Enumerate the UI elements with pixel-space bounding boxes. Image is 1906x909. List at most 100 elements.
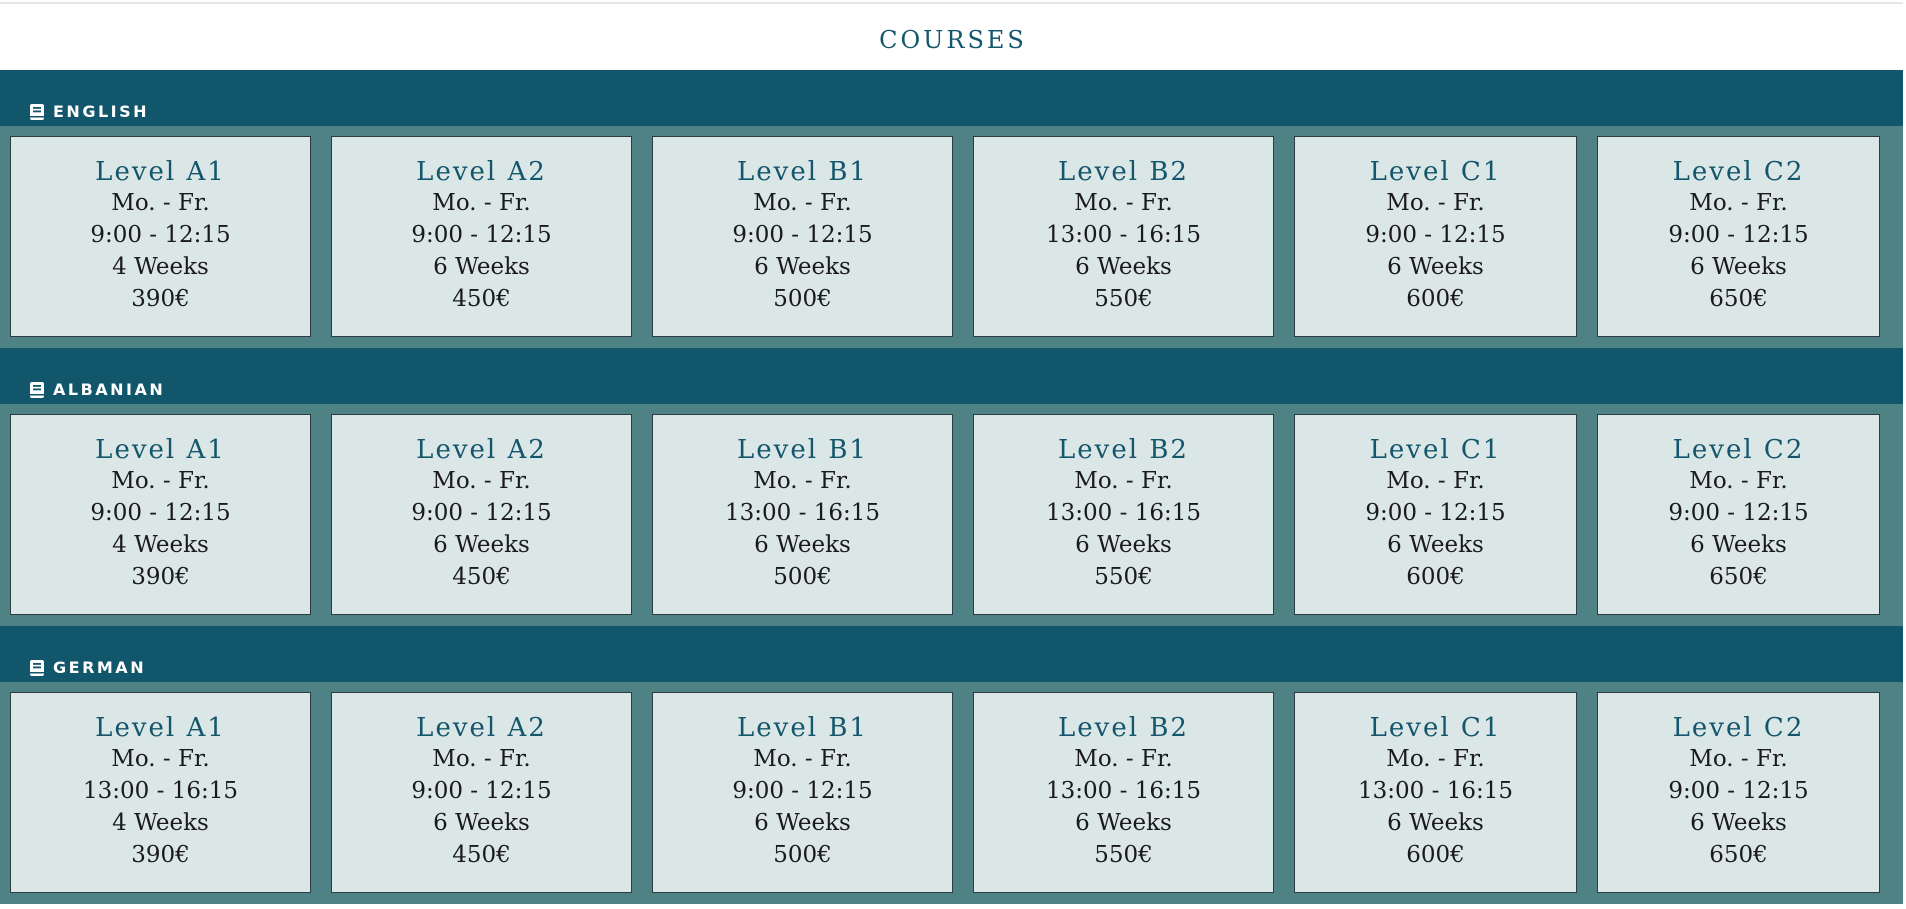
course-card-level-a1[interactable]: Level A1 Mo. - Fr. 9:00 - 12:15 4 Weeks … <box>10 136 311 337</box>
course-card-level-a1[interactable]: Level A1 Mo. - Fr. 13:00 - 16:15 4 Weeks… <box>10 692 311 893</box>
course-level: Level A2 <box>416 435 547 465</box>
section-name: ALBANIAN <box>53 380 166 399</box>
course-card-level-b2[interactable]: Level B2 Mo. - Fr. 13:00 - 16:15 6 Weeks… <box>973 414 1274 615</box>
course-card-level-c1[interactable]: Level C1 Mo. - Fr. 9:00 - 12:15 6 Weeks … <box>1294 136 1577 337</box>
course-duration: 6 Weeks <box>433 532 530 558</box>
course-level: Level C2 <box>1672 435 1805 465</box>
course-card-level-b1[interactable]: Level B1 Mo. - Fr. 9:00 - 12:15 6 Weeks … <box>652 692 953 893</box>
language-section-english: ENGLISH Level A1 Mo. - Fr. 9:00 - 12:15 … <box>0 70 1903 348</box>
course-card-level-c2[interactable]: Level C2 Mo. - Fr. 9:00 - 12:15 6 Weeks … <box>1597 136 1880 337</box>
course-cards: Level A1 Mo. - Fr. 9:00 - 12:15 4 Weeks … <box>10 414 1880 615</box>
course-sections: ENGLISH Level A1 Mo. - Fr. 9:00 - 12:15 … <box>0 70 1903 904</box>
course-card-level-c1[interactable]: Level C1 Mo. - Fr. 9:00 - 12:15 6 Weeks … <box>1294 414 1577 615</box>
course-duration: 6 Weeks <box>754 532 851 558</box>
page-title: COURSES <box>879 26 1027 55</box>
section-header: ENGLISH <box>0 70 1903 126</box>
course-days: Mo. - Fr. <box>1074 746 1173 772</box>
course-price: 650€ <box>1709 286 1768 312</box>
course-price: 500€ <box>773 842 832 868</box>
course-level: Level B2 <box>1058 713 1189 743</box>
course-days: Mo. - Fr. <box>753 746 852 772</box>
course-time: 9:00 - 12:15 <box>732 222 873 248</box>
course-time: 9:00 - 12:15 <box>90 500 231 526</box>
course-days: Mo. - Fr. <box>1074 468 1173 494</box>
course-level: Level B2 <box>1058 157 1189 187</box>
course-level: Level B2 <box>1058 435 1189 465</box>
course-duration: 4 Weeks <box>112 810 209 836</box>
course-time: 9:00 - 12:15 <box>1668 222 1809 248</box>
courses-page: COURSES ENGLISH Level A1 Mo. - Fr. 9:00 … <box>0 0 1906 909</box>
book-icon <box>30 381 44 398</box>
course-card-level-b2[interactable]: Level B2 Mo. - Fr. 13:00 - 16:15 6 Weeks… <box>973 692 1274 893</box>
course-price: 450€ <box>452 286 511 312</box>
course-price: 600€ <box>1406 286 1465 312</box>
course-level: Level A1 <box>95 157 226 187</box>
course-duration: 6 Weeks <box>1075 532 1172 558</box>
course-duration: 6 Weeks <box>1075 254 1172 280</box>
course-price: 650€ <box>1709 842 1768 868</box>
course-days: Mo. - Fr. <box>753 190 852 216</box>
course-duration: 6 Weeks <box>1690 254 1787 280</box>
course-card-level-c1[interactable]: Level C1 Mo. - Fr. 13:00 - 16:15 6 Weeks… <box>1294 692 1577 893</box>
course-price: 600€ <box>1406 842 1465 868</box>
course-duration: 6 Weeks <box>1690 532 1787 558</box>
course-duration: 6 Weeks <box>1387 810 1484 836</box>
course-card-level-a1[interactable]: Level A1 Mo. - Fr. 9:00 - 12:15 4 Weeks … <box>10 414 311 615</box>
course-price: 390€ <box>131 842 190 868</box>
section-name: GERMAN <box>53 658 147 677</box>
course-days: Mo. - Fr. <box>111 746 210 772</box>
course-level: Level A1 <box>95 435 226 465</box>
course-time: 13:00 - 16:15 <box>1046 778 1201 804</box>
top-divider <box>0 2 1906 4</box>
course-time: 9:00 - 12:15 <box>1365 222 1506 248</box>
course-duration: 4 Weeks <box>112 532 209 558</box>
course-card-level-a2[interactable]: Level A2 Mo. - Fr. 9:00 - 12:15 6 Weeks … <box>331 692 632 893</box>
course-duration: 6 Weeks <box>433 254 530 280</box>
course-time: 9:00 - 12:15 <box>90 222 231 248</box>
course-level: Level A1 <box>95 713 226 743</box>
language-section-german: GERMAN Level A1 Mo. - Fr. 13:00 - 16:15 … <box>0 626 1903 904</box>
course-duration: 6 Weeks <box>1387 532 1484 558</box>
course-time: 13:00 - 16:15 <box>1046 500 1201 526</box>
course-price: 500€ <box>773 564 832 590</box>
course-price: 600€ <box>1406 564 1465 590</box>
course-time: 13:00 - 16:15 <box>83 778 238 804</box>
course-time: 13:00 - 16:15 <box>1358 778 1513 804</box>
course-card-level-c2[interactable]: Level C2 Mo. - Fr. 9:00 - 12:15 6 Weeks … <box>1597 414 1880 615</box>
course-time: 13:00 - 16:15 <box>725 500 880 526</box>
section-label: GERMAN <box>30 658 146 677</box>
course-price: 450€ <box>452 564 511 590</box>
course-days: Mo. - Fr. <box>432 746 531 772</box>
course-level: Level C1 <box>1369 435 1502 465</box>
course-days: Mo. - Fr. <box>432 468 531 494</box>
course-price: 390€ <box>131 564 190 590</box>
course-days: Mo. - Fr. <box>1386 468 1485 494</box>
course-card-level-a2[interactable]: Level A2 Mo. - Fr. 9:00 - 12:15 6 Weeks … <box>331 414 632 615</box>
course-time: 9:00 - 12:15 <box>411 222 552 248</box>
course-days: Mo. - Fr. <box>1074 190 1173 216</box>
course-level: Level A2 <box>416 713 547 743</box>
course-card-level-b1[interactable]: Level B1 Mo. - Fr. 9:00 - 12:15 6 Weeks … <box>652 136 953 337</box>
course-time: 9:00 - 12:15 <box>1668 778 1809 804</box>
course-time: 9:00 - 12:15 <box>1668 500 1809 526</box>
course-duration: 6 Weeks <box>1075 810 1172 836</box>
course-card-level-b2[interactable]: Level B2 Mo. - Fr. 13:00 - 16:15 6 Weeks… <box>973 136 1274 337</box>
section-name: ENGLISH <box>53 102 150 121</box>
course-level: Level A2 <box>416 157 547 187</box>
course-duration: 6 Weeks <box>754 254 851 280</box>
course-days: Mo. - Fr. <box>1689 468 1788 494</box>
course-card-level-b1[interactable]: Level B1 Mo. - Fr. 13:00 - 16:15 6 Weeks… <box>652 414 953 615</box>
course-days: Mo. - Fr. <box>1386 746 1485 772</box>
course-price: 650€ <box>1709 564 1768 590</box>
course-days: Mo. - Fr. <box>432 190 531 216</box>
course-card-level-a2[interactable]: Level A2 Mo. - Fr. 9:00 - 12:15 6 Weeks … <box>331 136 632 337</box>
course-level: Level C1 <box>1369 713 1502 743</box>
course-days: Mo. - Fr. <box>111 468 210 494</box>
course-price: 500€ <box>773 286 832 312</box>
course-cards: Level A1 Mo. - Fr. 9:00 - 12:15 4 Weeks … <box>10 136 1880 337</box>
section-label: ENGLISH <box>30 102 149 121</box>
section-label: ALBANIAN <box>30 380 165 399</box>
course-duration: 6 Weeks <box>1387 254 1484 280</box>
course-level: Level C2 <box>1672 157 1805 187</box>
course-card-level-c2[interactable]: Level C2 Mo. - Fr. 9:00 - 12:15 6 Weeks … <box>1597 692 1880 893</box>
